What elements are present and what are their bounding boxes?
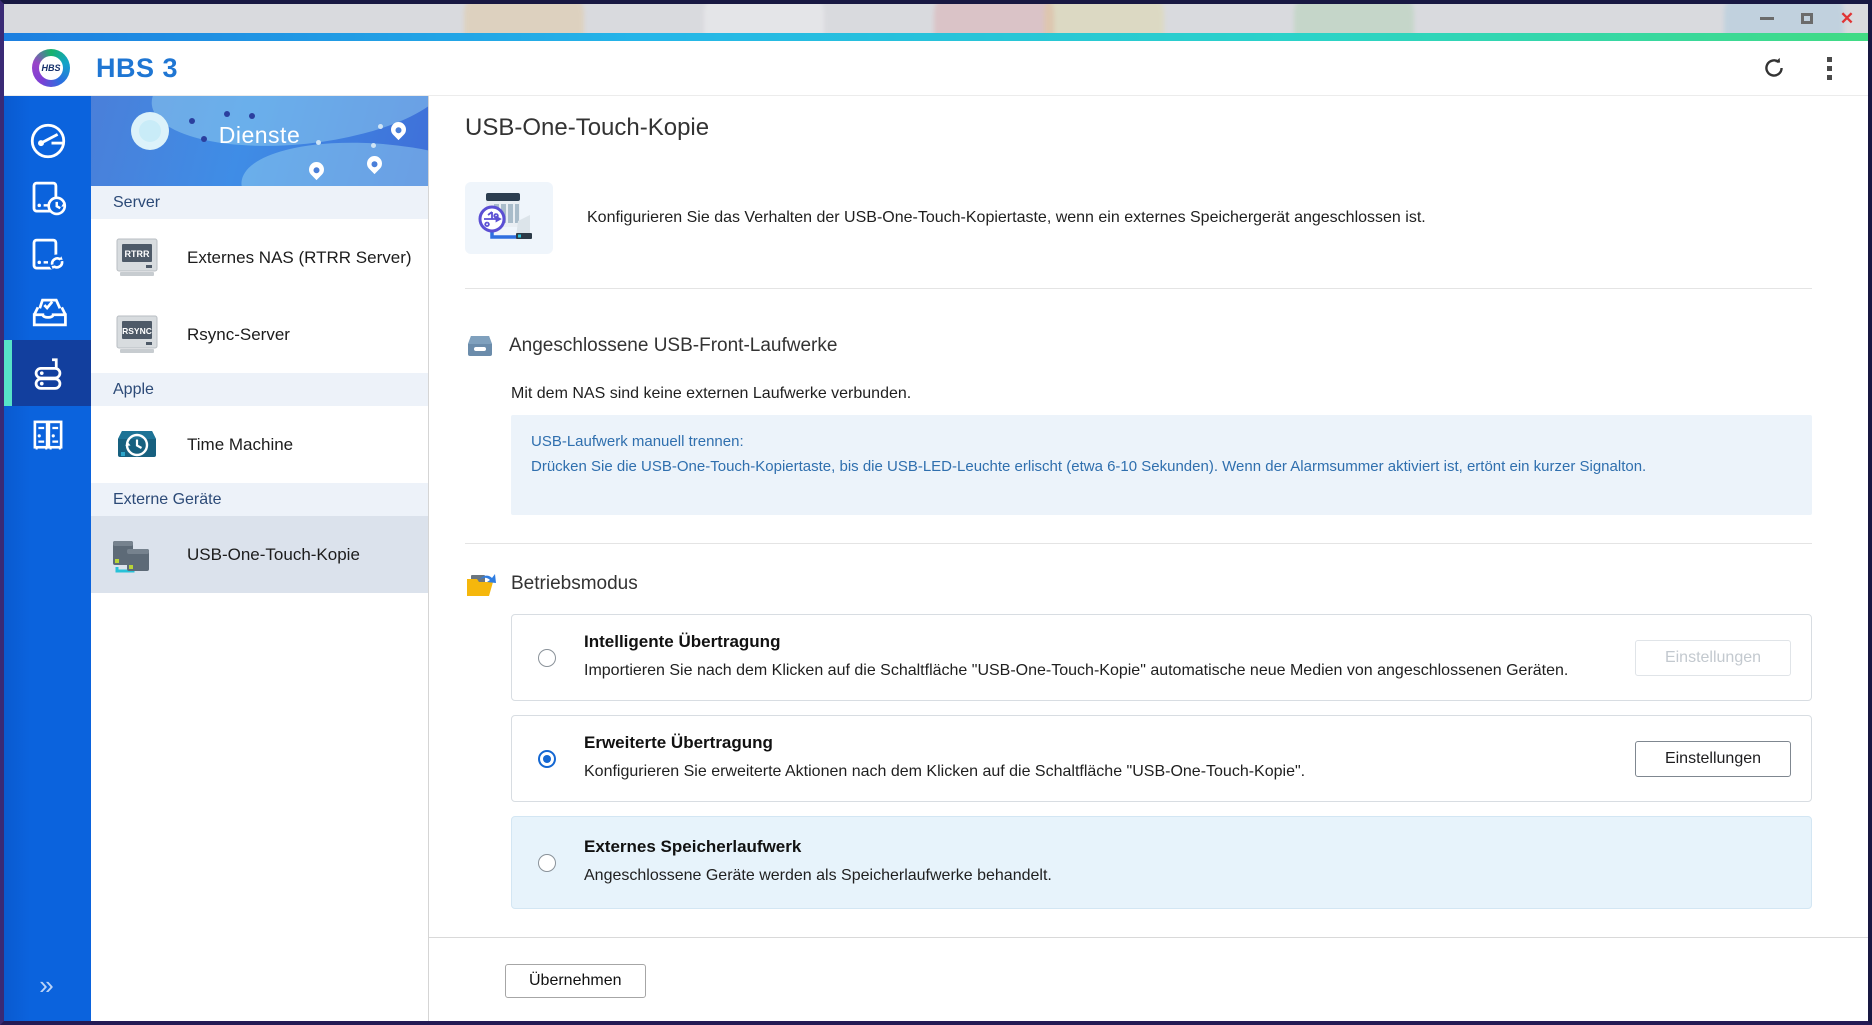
gauge-icon	[30, 123, 65, 158]
page-title: USB-One-Touch-Kopie	[465, 114, 710, 141]
nas-sync-icon	[32, 238, 65, 271]
svg-text:RSYNC: RSYNC	[122, 326, 152, 336]
kebab-menu-icon[interactable]	[1827, 56, 1832, 80]
rtrr-server-icon: RTRR	[111, 235, 163, 281]
usb-disconnect-infobox: USB-Laufwerk manuell trennen: Drücken Si…	[511, 415, 1812, 515]
option-description: Angeschlossene Geräte werden als Speiche…	[584, 867, 1052, 884]
desktop-icon-ghost	[464, 4, 584, 33]
usb-drives-status: Mit dem NAS sind keine externen Laufwerk…	[511, 385, 912, 402]
section-header-server: Server	[91, 186, 428, 219]
sidebar-item-label: USB-One-Touch-Kopie	[187, 544, 360, 564]
rail-item-overview[interactable]	[4, 112, 91, 169]
footer-bar: Übernehmen	[429, 937, 1868, 1021]
mode-section-heading: Betriebsmodus	[465, 570, 1812, 598]
hbs-logo-text: HBS	[39, 56, 63, 80]
einstellungen-button-disabled: Einstellungen	[1635, 639, 1791, 676]
einstellungen-button[interactable]: Einstellungen	[1635, 740, 1791, 777]
restore-tray-icon	[32, 298, 67, 326]
usb-drives-section-heading: Angeschlossene USB-Front-Laufwerke	[465, 333, 1812, 359]
infobox-title: USB-Laufwerk manuell trennen:	[531, 433, 744, 450]
desktop-icon-ghost	[1044, 4, 1164, 33]
mode-option-intelligente-uebertragung[interactable]: Intelligente Übertragung Importieren Sie…	[511, 614, 1812, 701]
rail-item-reports[interactable]	[4, 406, 91, 463]
rail-item-services[interactable]	[4, 340, 91, 406]
rail-item-restore[interactable]	[4, 283, 91, 340]
sidebar-collapse-button[interactable]: »	[4, 949, 91, 1021]
services-sidebar: Dienste Server RTRR Externes NAS (RTRR S…	[91, 96, 429, 1021]
nas-backup-icon	[32, 181, 66, 215]
sidebar-banner: Dienste	[91, 96, 428, 186]
desktop-icon-ghost	[1294, 4, 1414, 33]
maximize-button[interactable]	[1794, 8, 1820, 30]
sidebar-item-time-machine[interactable]: Time Machine	[91, 406, 428, 483]
close-button[interactable]: ✕	[1834, 8, 1860, 30]
sidebar-item-externes-nas[interactable]: RTRR Externes NAS (RTRR Server)	[91, 219, 428, 296]
sidebar-item-rsync-server[interactable]: RSYNC Rsync-Server	[91, 296, 428, 373]
refresh-icon[interactable]	[1761, 55, 1787, 81]
infobox-body: Drücken Sie die USB-One-Touch-Kopiertast…	[531, 458, 1647, 475]
svg-text:RTRR: RTRR	[125, 249, 150, 259]
apply-button[interactable]: Übernehmen	[505, 964, 646, 998]
radio-unchecked[interactable]	[538, 648, 556, 667]
minimize-button[interactable]	[1754, 8, 1780, 30]
option-description: Konfigurieren Sie erweiterte Aktionen na…	[584, 763, 1306, 780]
brand-gradient-bar	[4, 33, 1868, 41]
close-icon: ✕	[1839, 9, 1855, 28]
main-panel: USB-One-Touch-Kopie Konfigurieren Sie da…	[429, 96, 1868, 1021]
radio-unchecked[interactable]	[538, 853, 556, 872]
option-description: Importieren Sie nach dem Klicken auf die…	[584, 662, 1569, 679]
sidebar-title: Dienste	[218, 122, 301, 148]
hbs-logo: HBS	[32, 49, 70, 87]
rsync-server-icon: RSYNC	[111, 312, 163, 358]
sidebar-item-usb-one-touch-kopie[interactable]: USB-One-Touch-Kopie	[91, 516, 428, 593]
usb-copy-icon	[111, 533, 163, 577]
mode-option-erweiterte-uebertragung[interactable]: Erweiterte Übertragung Konfigurieren Sie…	[511, 715, 1812, 802]
divider	[465, 543, 1812, 544]
usb-drive-icon	[468, 336, 492, 356]
folder-mode-icon	[467, 574, 496, 596]
sidebar-item-label: Time Machine	[187, 434, 294, 454]
option-title: Intelligente Übertragung	[584, 632, 781, 651]
reports-locker-icon	[33, 420, 62, 450]
app-window: ✕ HBS HBS 3 » Dienste Server RTRR Extern…	[0, 0, 1872, 1025]
minimize-icon	[1760, 17, 1774, 20]
os-titlebar: ✕	[4, 4, 1868, 33]
desktop-icon-ghost	[934, 4, 1054, 33]
sidebar-item-label: Externes NAS (RTRR Server)	[187, 247, 412, 267]
time-machine-icon	[111, 425, 163, 465]
radio-checked[interactable]	[538, 749, 556, 768]
rail-item-sync[interactable]	[4, 226, 91, 283]
section-header-apple: Apple	[91, 373, 428, 406]
mode-option-externes-speicherlaufwerk[interactable]: Externes Speicherlaufwerk Angeschlossene…	[511, 816, 1812, 909]
rail-item-backup[interactable]	[4, 169, 91, 226]
option-title: Erweiterte Übertragung	[584, 733, 773, 752]
app-header: HBS HBS 3	[4, 41, 1868, 96]
icon-rail: »	[4, 96, 91, 1021]
usb-one-touch-illustration	[465, 182, 553, 254]
services-icon	[34, 358, 61, 390]
section-header-externe-geraete: Externe Geräte	[91, 483, 428, 516]
option-title: Externes Speicherlaufwerk	[584, 837, 802, 856]
maximize-icon	[1801, 13, 1813, 24]
desktop-icon-ghost	[704, 4, 824, 33]
page-description: Konfigurieren Sie das Verhalten der USB-…	[587, 209, 1426, 226]
app-title: HBS 3	[96, 52, 179, 83]
sidebar-item-label: Rsync-Server	[187, 324, 290, 344]
divider	[465, 288, 1812, 289]
mode-options: Intelligente Übertragung Importieren Sie…	[511, 614, 1812, 909]
